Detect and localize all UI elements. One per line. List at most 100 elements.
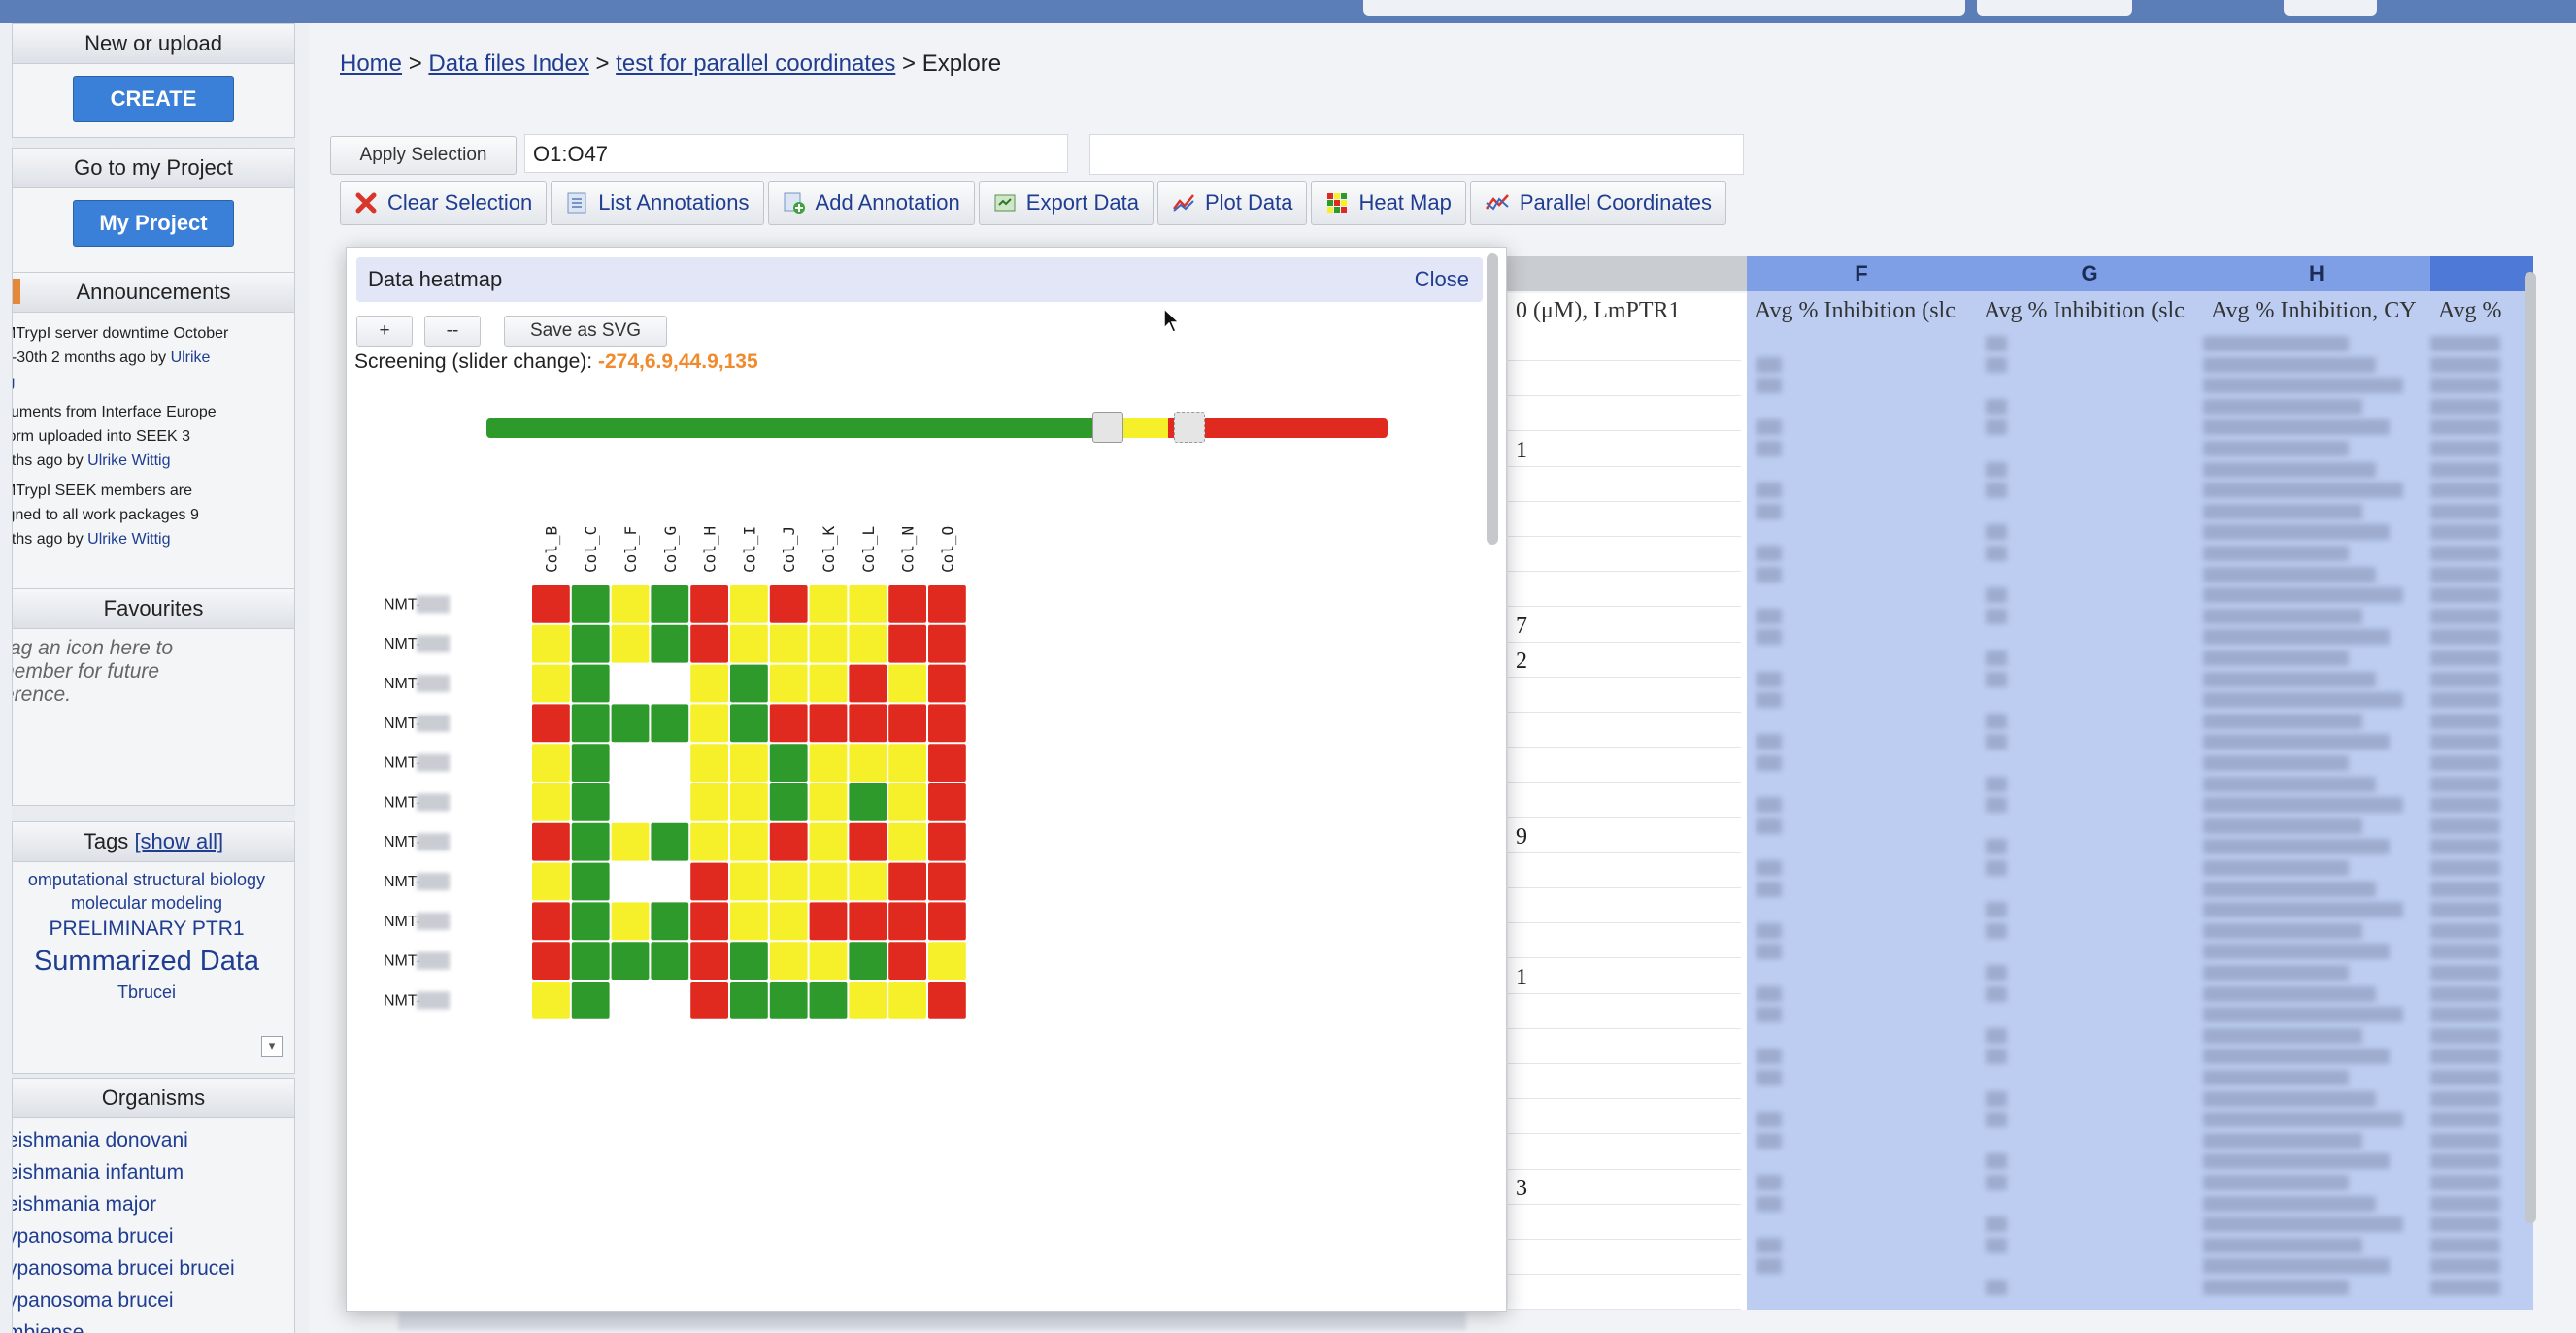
heatmap-cell[interactable] [690,982,728,1019]
column-header-g[interactable]: G [1976,256,2203,291]
table-cell[interactable] [1508,398,1741,432]
heatmap-cell[interactable] [571,704,610,743]
heatmap-cell[interactable] [809,942,848,980]
heatmap-cell[interactable] [888,942,926,980]
heatmap-cell[interactable] [651,822,689,861]
table-cell[interactable] [1508,539,1741,573]
breadcrumb-home-link[interactable]: Home [340,50,402,77]
heatmap-cell[interactable] [690,704,728,743]
heatmap-cell[interactable] [809,744,848,782]
table-cell[interactable] [1508,784,1741,818]
heatmap-cell[interactable] [532,624,570,663]
my-project-button[interactable]: My Project [73,200,234,247]
heatmap-cell[interactable] [611,585,650,623]
heatmap-cell[interactable] [690,822,728,861]
heatmap-cell[interactable] [809,862,848,901]
heatmap-cell[interactable] [809,624,848,663]
table-cell[interactable] [1508,855,1741,888]
heatmap-cell[interactable] [571,744,610,782]
heatmap-cell[interactable] [730,624,768,663]
heatmap-cell[interactable] [849,744,887,782]
heatmap-cell[interactable] [849,862,887,901]
organism-link[interactable]: ypanosoma brucei [13,1220,294,1252]
tag-link[interactable]: molecular modeling [13,891,294,915]
tag-link[interactable]: Tbrucei [13,981,294,1004]
heatmap-cell[interactable] [769,942,808,980]
heatmap-cell[interactable] [849,822,887,861]
heatmap-cell[interactable] [532,822,570,861]
heatmap-cell[interactable] [571,902,610,941]
top-search-field[interactable] [1363,0,1965,16]
heatmap-cell[interactable] [888,704,926,743]
heatmap-cell[interactable] [690,862,728,901]
heatmap-cell[interactable] [611,704,650,743]
author-link[interactable]: Ulrike [171,350,211,366]
heatmap-cell[interactable] [888,902,926,941]
table-cell[interactable] [1508,1207,1741,1240]
heatmap-cell[interactable] [532,982,570,1019]
table-cell[interactable] [1508,715,1741,749]
heatmap-cell[interactable] [690,664,728,703]
heatmap-cell[interactable] [769,982,808,1019]
organism-link[interactable]: eishmania major [13,1188,294,1220]
heatmap-cell[interactable] [888,783,926,821]
heatmap-cell[interactable] [532,783,570,821]
table-cell[interactable] [1508,504,1741,537]
table-cell[interactable]: 1 [1508,960,1741,994]
top-bar-control[interactable] [1977,0,2132,16]
heatmap-cell[interactable] [888,664,926,703]
table-cell[interactable] [1508,1242,1741,1276]
heatmap-cell[interactable] [849,585,887,623]
heatmap-cell[interactable] [690,624,728,663]
vertical-scrollbar[interactable] [2525,272,2536,1223]
heatmap-cell[interactable] [730,664,768,703]
table-cell[interactable]: 1 [1508,433,1741,467]
heatmap-cell[interactable] [611,902,650,941]
heatmap-cell[interactable] [809,822,848,861]
heatmap-cell[interactable] [888,982,926,1019]
author-link[interactable]: Ulrike Wittig [87,452,170,469]
heatmap-cell[interactable] [571,982,610,1019]
heatmap-cell[interactable] [928,585,966,623]
heatmap-cell[interactable] [769,664,808,703]
heatmap-cell[interactable] [571,664,610,703]
heatmap-cell[interactable] [651,585,689,623]
column-header-f[interactable]: F [1747,256,1976,291]
table-cell[interactable] [1508,680,1741,713]
heatmap-cell[interactable] [651,704,689,743]
table-cell[interactable]: 7 [1508,609,1741,643]
dialog-scrollbar[interactable] [1487,253,1498,545]
selection-input-secondary[interactable] [1089,134,1744,175]
table-cell[interactable] [1508,1066,1741,1100]
table-cell[interactable] [1508,995,1741,1029]
clear-selection-button[interactable]: Clear Selection [340,181,548,225]
table-cell[interactable] [1508,363,1741,397]
table-cell[interactable] [1508,925,1741,959]
heatmap-cell[interactable] [611,624,650,663]
organism-link[interactable]: eishmania infantum [13,1156,294,1188]
heatmap-cell[interactable] [888,585,926,623]
heatmap-cell[interactable] [730,982,768,1019]
heatmap-cell[interactable] [532,704,570,743]
feed-icon[interactable] [13,279,20,304]
heatmap-cell[interactable] [532,942,570,980]
heatmap-cell[interactable] [532,664,570,703]
heatmap-cell[interactable] [611,822,650,861]
heatmap-cell[interactable] [611,942,650,980]
heatmap-cell[interactable] [888,862,926,901]
heatmap-cell[interactable] [690,585,728,623]
table-cell[interactable]: 2 [1508,644,1741,678]
heatmap-cell[interactable] [928,624,966,663]
table-cell[interactable] [1508,1136,1741,1170]
heatmap-cell[interactable] [849,982,887,1019]
list-annotations-button[interactable]: List Annotations [551,181,764,225]
heatmap-cell[interactable] [888,744,926,782]
heatmap-cell[interactable] [809,982,848,1019]
table-cell[interactable] [1508,328,1741,361]
heatmap-cell[interactable] [571,942,610,980]
heatmap-cell[interactable] [730,744,768,782]
heatmap-cell[interactable] [651,942,689,980]
heatmap-cell[interactable] [651,902,689,941]
announcement-item[interactable]: MTrypI server downtime October h-30th 2 … [13,318,294,397]
heatmap-cell[interactable] [730,942,768,980]
